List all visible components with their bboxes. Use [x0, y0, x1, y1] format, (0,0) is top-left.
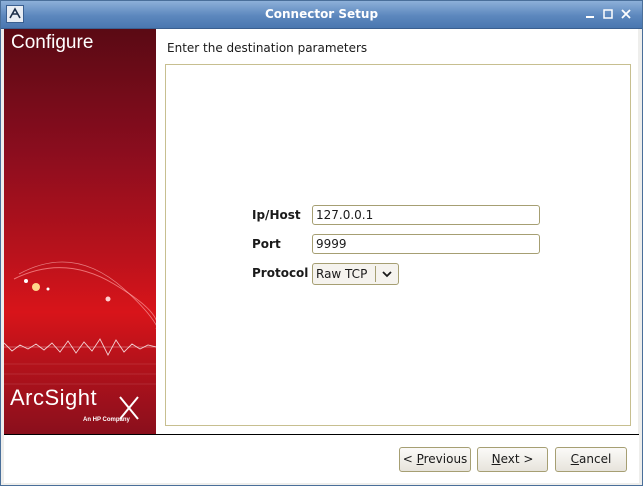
window-title: Connector Setup	[264, 7, 379, 21]
chevron-down-icon[interactable]	[377, 264, 397, 284]
protocol-select[interactable]: Raw TCP	[312, 263, 399, 285]
sidebar-title: Configure	[11, 32, 94, 53]
host-label: Ip/Host	[252, 208, 301, 222]
host-input[interactable]	[312, 205, 540, 225]
content-area: Enter the destination parameters Ip/Host…	[156, 29, 638, 434]
minimize-icon[interactable]	[582, 6, 598, 22]
connector-setup-window: Connector Setup Configure ArcSight An HP…	[0, 0, 643, 486]
previous-button-mnemonic: P	[416, 452, 424, 466]
arcsight-logo: ArcSight	[10, 385, 98, 410]
title-bar[interactable]: Connector Setup	[1, 1, 642, 29]
combo-separator	[375, 266, 376, 282]
next-button-rest: ext >	[500, 452, 534, 466]
parameters-panel: Ip/Host Port Protocol Raw TCP	[165, 64, 631, 426]
previous-button-prefix: <	[402, 452, 417, 466]
next-button-mnemonic: N	[491, 452, 501, 466]
cancel-button-mnemonic: C	[570, 452, 580, 466]
previous-button-rest: revious	[423, 452, 468, 466]
button-bar: < Previous Next > Cancel	[4, 434, 639, 483]
previous-button[interactable]: < Previous	[399, 447, 471, 472]
page-heading: Enter the destination parameters	[167, 41, 368, 55]
port-input[interactable]	[312, 234, 540, 254]
cancel-button[interactable]: Cancel	[555, 447, 627, 472]
decorative-waveform-art	[4, 261, 156, 420]
maximize-icon[interactable]	[600, 6, 616, 22]
protocol-select-value: Raw TCP	[316, 267, 368, 281]
logo-tagline: An HP Company	[83, 417, 130, 423]
sidebar-banner: Configure ArcSight An HP Company	[4, 29, 156, 434]
cancel-button-rest: ancel	[579, 452, 612, 466]
port-label: Port	[252, 237, 281, 251]
next-button[interactable]: Next >	[477, 447, 548, 472]
close-icon[interactable]	[618, 6, 634, 22]
protocol-label: Protocol	[252, 266, 309, 280]
